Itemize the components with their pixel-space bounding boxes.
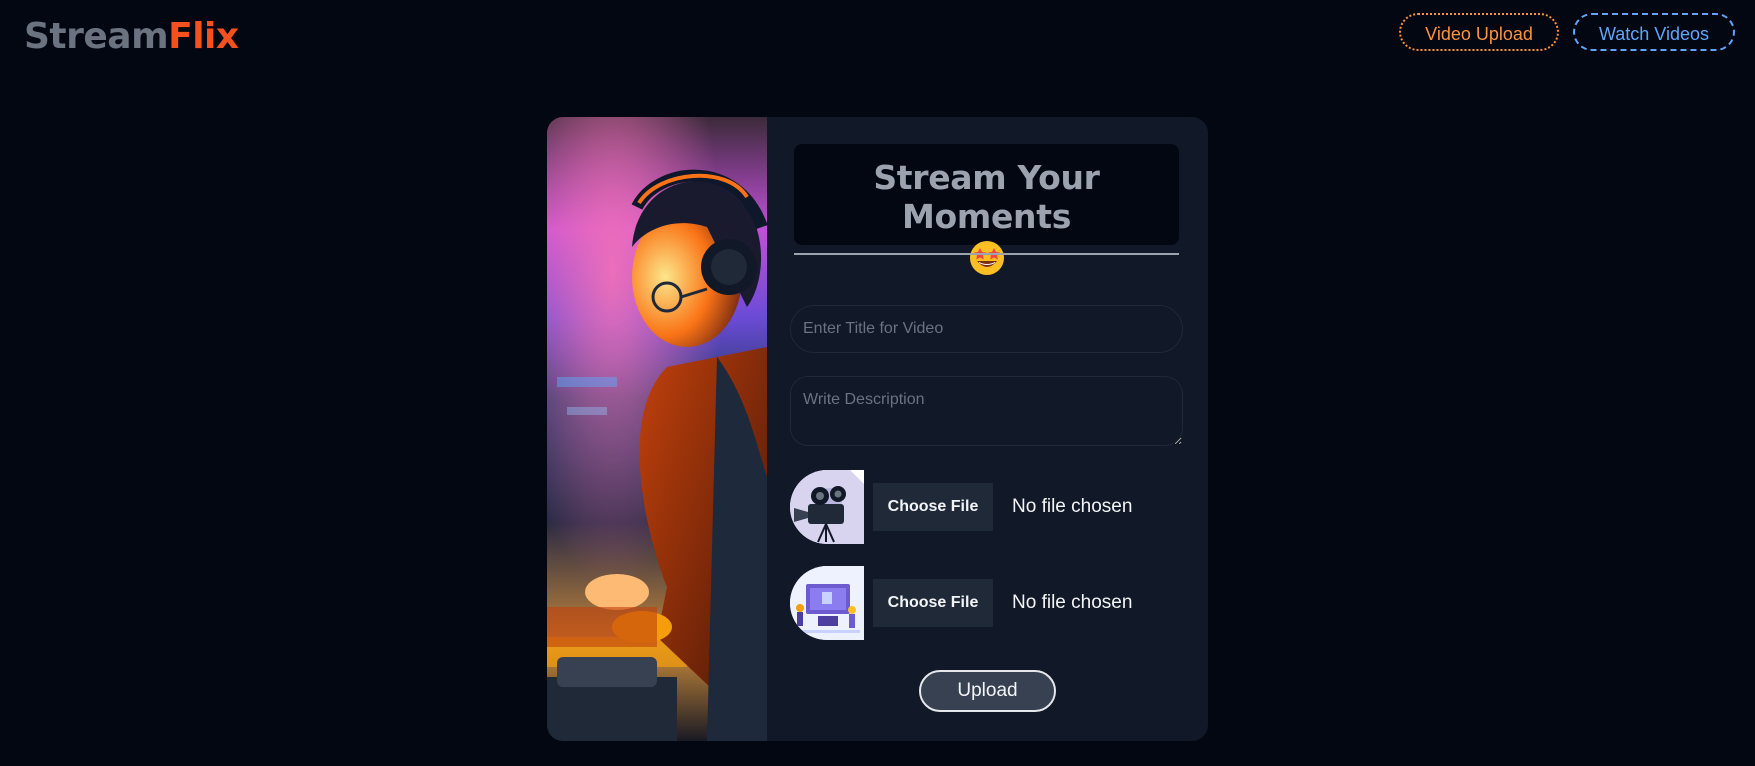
hero-image bbox=[547, 117, 767, 741]
video-title-input[interactable] bbox=[790, 305, 1183, 353]
brand-logo[interactable]: StreamFlix bbox=[24, 16, 239, 57]
thumbnail-file-status: No file chosen bbox=[1012, 592, 1133, 613]
video-upload-button[interactable]: Video Upload bbox=[1399, 13, 1559, 51]
watch-videos-button[interactable]: Watch Videos bbox=[1572, 13, 1735, 51]
thumbnail-file-row: Choose File No file chosen bbox=[790, 566, 1132, 640]
page: StreamFlix Video Upload Watch Videos Str… bbox=[0, 0, 1755, 766]
thumbnail-choose-file-button[interactable]: Choose File bbox=[873, 579, 993, 627]
heading-box: Stream Your Moments bbox=[794, 144, 1179, 275]
page-title: Stream Your Moments bbox=[873, 158, 1100, 236]
upload-form: Stream Your Moments Enter Title for Vide… bbox=[767, 117, 1208, 741]
upload-submit-button[interactable]: Upload bbox=[919, 670, 1056, 712]
video-camera-icon bbox=[790, 470, 864, 544]
video-description-textarea[interactable] bbox=[790, 376, 1183, 446]
video-file-row: Choose File No file chosen bbox=[790, 470, 1132, 544]
video-file-status: No file chosen bbox=[1012, 496, 1133, 517]
top-nav: Video Upload Watch Videos bbox=[1399, 13, 1735, 51]
star-struck-emoji-icon bbox=[969, 240, 1005, 276]
hero-illustration bbox=[547, 117, 767, 741]
video-choose-file-button[interactable]: Choose File bbox=[873, 483, 993, 531]
thumbnail-illustration-icon bbox=[790, 566, 864, 640]
brand-name-part1: Stream bbox=[24, 16, 169, 57]
brand-name-part2: Flix bbox=[168, 16, 239, 57]
upload-card: Stream Your Moments Enter Title for Vide… bbox=[547, 117, 1208, 741]
heading-divider bbox=[794, 253, 1179, 255]
